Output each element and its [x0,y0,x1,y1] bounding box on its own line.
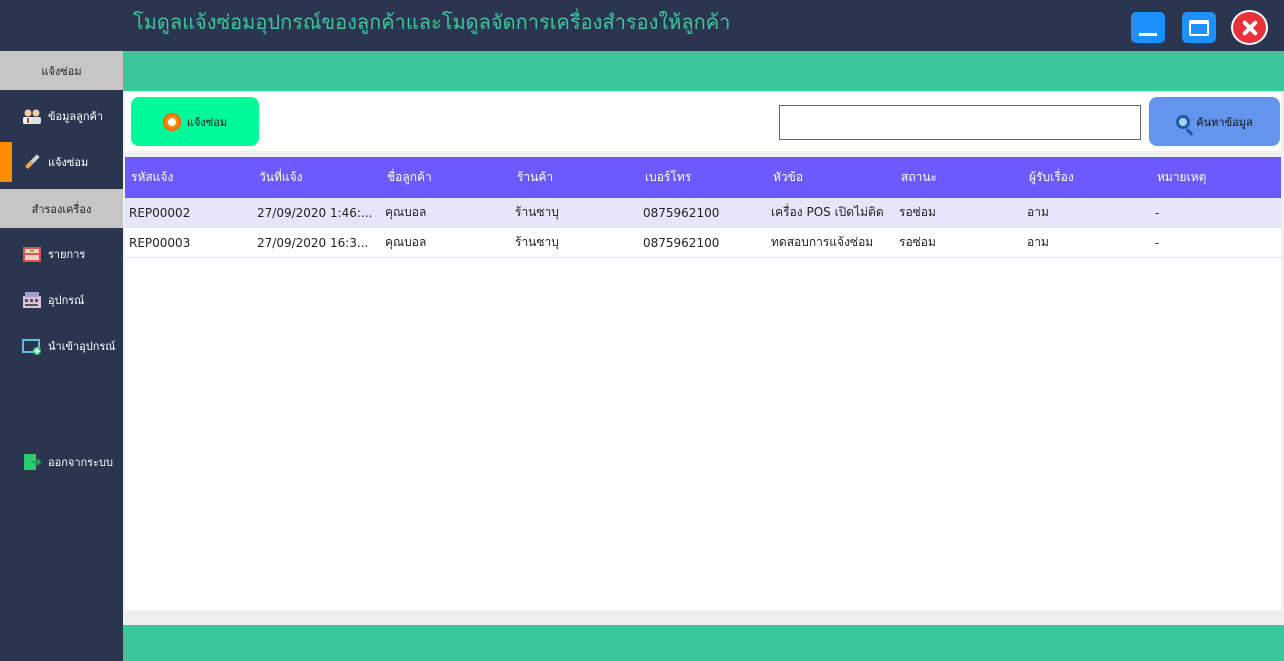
table-cell: 27/09/2020 16:3... [257,235,369,250]
top-accent-bar [123,51,1284,91]
sidebar-item-device[interactable]: อุปกรณ์ [0,280,123,320]
main-content: แจ้งซ่อม ค้นหาข้อมูล รหัสแจ้ง วันที่แจ้ง… [123,91,1284,625]
table-cell: - [1155,205,1160,220]
section-header-repair: แจ้งซ่อม [0,51,123,90]
search-input[interactable] [779,105,1141,140]
table-cell: REP00003 [129,235,191,250]
column-header[interactable]: เบอร์โทร [639,157,767,198]
sidebar-item-label: แจ้งซ่อม [48,156,89,169]
report-repair-label: แจ้งซ่อม [186,115,228,129]
table-cell: รอซ่อม [899,205,936,219]
sidebar-item-label: รายการ [48,248,86,261]
sidebar-item-label: ออกจากระบบ [48,456,113,469]
column-header[interactable]: หัวข้อ [767,157,895,198]
table-cell: REP00002 [129,205,191,220]
column-header[interactable]: หมายเหตุ [1151,157,1281,198]
table-cell: 0875962100 [643,205,720,220]
sidebar-item-logout[interactable]: ออกจากระบบ [0,442,123,482]
report-repair-button[interactable]: แจ้งซ่อม [131,97,259,146]
maximize-button[interactable] [1182,12,1216,43]
table-cell: 0875962100 [643,235,720,250]
column-header[interactable]: ร้านค้า [511,157,639,198]
sidebar-item-report[interactable]: แจ้งซ่อม [0,142,123,182]
table-cell: ร้านซาบุ [515,205,559,219]
import-icon [22,337,42,355]
wrench-icon [22,153,42,171]
sidebar-item-label: นำเข้าอุปกรณ์ [48,340,116,353]
toolbar: แจ้งซ่อม ค้นหาข้อมูล [125,93,1281,151]
table-cell: อาม [1027,235,1049,249]
column-header[interactable]: รหัสแจ้ง [125,157,253,198]
table-cell: - [1155,235,1160,250]
column-header[interactable]: วันที่แจ้ง [253,157,381,198]
sidebar-item-import[interactable]: นำเข้าอุปกรณ์ [0,326,123,366]
logout-icon [22,453,42,471]
table-cell: ร้านซาบุ [515,235,559,249]
table-row[interactable]: REP00003 27/09/2020 16:3... คุณบอล ร้านซ… [125,228,1281,258]
column-header[interactable]: ชื่อลูกค้า [381,157,511,198]
app-title: โมดูลแจ้งซ่อมอุปกรณ์ของลูกค้าและโมดูลจัด… [133,10,731,34]
sidebar: แจ้งซ่อม ข้อมูลลูกค้า แจ้งซ่อม สำรองเครื… [0,51,123,661]
sidebar-item-label: อุปกรณ์ [48,294,85,307]
table-cell: คุณบอล [385,205,427,219]
search-button-label: ค้นหาข้อมูล [1196,115,1253,129]
table-cell: รอซ่อม [899,235,936,249]
gear-icon [162,112,181,131]
minimize-button[interactable] [1131,12,1165,43]
sidebar-item-list[interactable]: รายการ [0,234,123,274]
table-cell: เครื่อง POS เปิดไม่ติด [771,205,884,219]
repair-table: รหัสแจ้ง วันที่แจ้ง ชื่อลูกค้า ร้านค้า เ… [125,157,1281,610]
title-bar: โมดูลแจ้งซ่อมอุปกรณ์ของลูกค้าและโมดูลจัด… [0,0,1284,51]
users-icon [22,107,42,125]
sidebar-item-customer[interactable]: ข้อมูลลูกค้า [0,96,123,136]
cabinet-icon [22,245,42,263]
table-header: รหัสแจ้ง วันที่แจ้ง ชื่อลูกค้า ร้านค้า เ… [125,157,1281,198]
table-cell: 27/09/2020 1:46:... [257,205,373,220]
table-cell: ทดสอบการแจ้งซ่อม [771,235,874,249]
column-header[interactable]: ผู้รับเรื่อง [1023,157,1151,198]
close-button[interactable] [1231,10,1268,45]
table-cell: อาม [1027,205,1049,219]
device-icon [22,291,42,309]
sidebar-item-label: ข้อมูลลูกค้า [48,110,104,123]
bottom-accent-bar [123,625,1284,661]
search-button[interactable]: ค้นหาข้อมูล [1149,97,1280,146]
table-cell: คุณบอล [385,235,427,249]
search-icon [1176,114,1191,129]
section-header-backup: สำรองเครื่อง [0,189,123,228]
column-header[interactable]: สถานะ [895,157,1023,198]
table-row[interactable]: REP00002 27/09/2020 1:46:... คุณบอล ร้าน… [125,198,1281,228]
